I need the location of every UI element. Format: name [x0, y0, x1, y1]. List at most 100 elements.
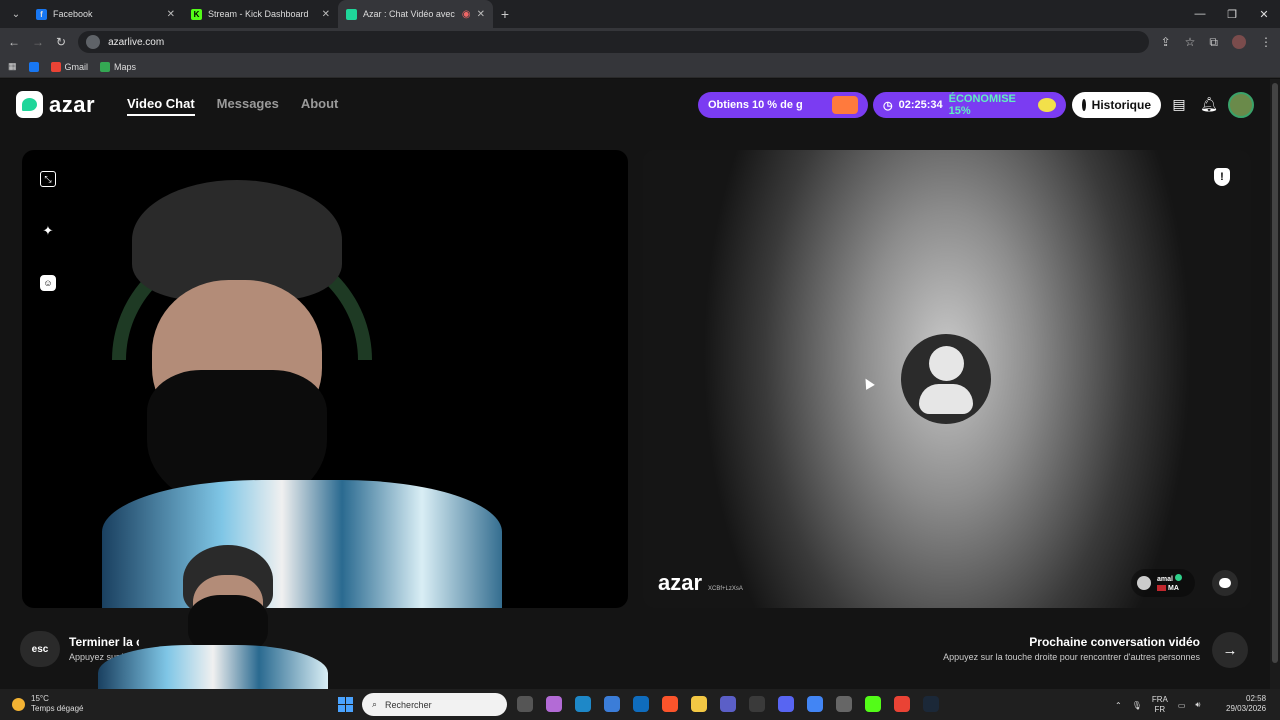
gmail-icon: [50, 61, 61, 72]
bookmark-facebook[interactable]: [28, 61, 39, 72]
bookmark-label: Gmail: [64, 61, 89, 72]
reload-icon[interactable]: ↻: [56, 35, 66, 49]
tab-kick[interactable]: K Stream - Kick Dashboard ✕: [183, 0, 338, 28]
moon-icon: [12, 697, 25, 711]
extensions-icon[interactable]: ⧉: [1209, 35, 1218, 50]
discount-timer-button[interactable]: ◷ 02:25:34 ÉCONOMISE 15%: [873, 92, 1066, 118]
notification-bell-icon[interactable]: 🔔︎: [1200, 95, 1218, 113]
close-icon[interactable]: ✕: [322, 9, 330, 20]
peer-country: MA: [1168, 584, 1179, 592]
nav-links: Video Chat Messages About: [127, 96, 338, 116]
azar-logo[interactable]: azar: [16, 91, 95, 118]
discount-label: ÉCONOMISE 15%: [948, 93, 1016, 117]
esc-button[interactable]: esc: [20, 631, 60, 667]
star-icon[interactable]: ☆: [1185, 35, 1196, 49]
apps-icon[interactable]: ▦: [8, 61, 17, 72]
tab-facebook[interactable]: f Facebook ✕: [28, 0, 183, 28]
steam-icon[interactable]: [923, 696, 939, 712]
search-icon: ⌕: [372, 699, 378, 709]
app-icon[interactable]: [749, 696, 765, 712]
language-code: FRA: [1151, 695, 1168, 704]
restore-icon[interactable]: ❐: [1216, 8, 1248, 21]
magic-wand-icon[interactable]: ✦: [40, 223, 56, 239]
temperature: 15°C: [31, 694, 49, 703]
store-icon[interactable]: [604, 696, 620, 712]
chat-bubble-icon: [1219, 578, 1231, 588]
peer-name: amal: [1157, 575, 1173, 583]
clock-time: 02:58: [1246, 694, 1267, 703]
verified-icon: [1174, 573, 1182, 581]
display-icon[interactable]: ▭: [1178, 701, 1186, 710]
minimize-icon[interactable]: —: [1184, 8, 1216, 21]
kick-icon[interactable]: [865, 696, 881, 712]
peer-avatar: [1137, 576, 1151, 590]
user-avatar[interactable]: [1228, 92, 1254, 118]
edge-icon[interactable]: [575, 696, 591, 712]
new-tab-button[interactable]: +: [493, 6, 517, 22]
next-conversation-hint: Appuyez sur la touche droite pour rencon…: [943, 652, 1200, 662]
history-button[interactable]: Historique: [1072, 92, 1161, 118]
language-indicator[interactable]: FRA FR: [1152, 695, 1168, 715]
address-bar-row: ← → ↻ azarlive.com ⇪ ☆ ⧉ ⋮: [0, 28, 1280, 56]
nav-video-chat[interactable]: Video Chat: [127, 96, 195, 116]
copilot-icon[interactable]: [546, 696, 562, 712]
menu-icon[interactable]: ⋮: [1260, 35, 1272, 49]
facebook-icon: [28, 61, 39, 72]
tab-search-icon[interactable]: ⌄: [4, 4, 28, 24]
mouse-cursor-icon: [861, 376, 875, 390]
discord-icon[interactable]: [778, 696, 794, 712]
volume-icon[interactable]: 🔊︎: [1195, 700, 1200, 710]
taskbar-apps: [517, 696, 939, 712]
kick-icon: K: [191, 8, 202, 20]
file-explorer-icon[interactable]: [691, 696, 707, 712]
chrome-icon[interactable]: [807, 696, 823, 712]
next-arrow-button[interactable]: →: [1212, 632, 1248, 668]
shop-icon[interactable]: ▤: [1170, 95, 1188, 113]
clock-date: 29/03/2026: [1226, 704, 1267, 713]
outlook-icon[interactable]: [633, 696, 649, 712]
chat-bubble-button[interactable]: [1212, 570, 1238, 596]
weather-widget[interactable]: 15°C Temps dégagé: [12, 694, 83, 714]
nav-about[interactable]: About: [301, 96, 339, 116]
site-info-icon[interactable]: [86, 35, 101, 49]
tab-title: Facebook: [53, 9, 93, 19]
task-view-icon[interactable]: [517, 696, 533, 712]
teams-icon[interactable]: [720, 696, 736, 712]
peer-info-badge[interactable]: amal MA: [1131, 569, 1195, 597]
azar-watermark: azar XCBf+LzXsA: [658, 570, 743, 596]
back-icon[interactable]: ←: [8, 35, 20, 49]
treasure-chest-icon: [832, 96, 858, 114]
weather-condition: Temps dégagé: [31, 704, 84, 713]
watermark-code: XCBf+LzXsA: [708, 586, 743, 592]
chrome-profile-icon[interactable]: [894, 696, 910, 712]
taskbar-search[interactable]: ⌕ Rechercher: [362, 693, 507, 716]
taskbar-clock[interactable]: 02:58 29/03/2026: [1226, 694, 1266, 714]
nav-messages[interactable]: Messages: [217, 96, 279, 116]
video-tools: ⤡ ✦ ☺: [40, 171, 56, 291]
url-field[interactable]: azarlive.com: [78, 31, 1149, 53]
bookmark-maps[interactable]: Maps: [100, 61, 136, 72]
install-icon[interactable]: ⇪: [1161, 35, 1171, 49]
promo-button[interactable]: Obtiens 10 % de g: [698, 92, 868, 118]
profile-icon[interactable]: [1232, 35, 1246, 49]
browser-tab-bar: ⌄ f Facebook ✕ K Stream - Kick Dashboard…: [0, 0, 1280, 28]
app-icon[interactable]: [836, 696, 852, 712]
close-icon[interactable]: ✕: [167, 9, 175, 20]
sticker-face-icon[interactable]: ☺: [40, 275, 56, 291]
forward-icon[interactable]: →: [32, 35, 44, 49]
promo-label: Obtiens 10 % de g: [708, 99, 803, 111]
microphone-icon[interactable]: 🎙︎: [1132, 701, 1142, 710]
close-window-icon[interactable]: ✕: [1248, 8, 1280, 21]
minimize-video-icon[interactable]: ⤡: [40, 171, 56, 187]
report-shield-icon[interactable]: !: [1214, 168, 1230, 186]
next-conversation-title: Prochaine conversation vidéo: [1029, 635, 1200, 649]
facebook-icon: f: [36, 8, 47, 20]
chevron-up-icon[interactable]: ⌃: [1115, 701, 1122, 710]
tab-azar[interactable]: Azar : Chat Vidéo avec de n ◉ ✕: [338, 0, 493, 28]
page-scrollbar[interactable]: [1270, 79, 1280, 689]
close-icon[interactable]: ✕: [477, 9, 485, 20]
bookmark-gmail[interactable]: Gmail: [50, 61, 89, 72]
windows-start-icon[interactable]: [338, 697, 353, 712]
logo-text: azar: [49, 91, 96, 117]
brave-icon[interactable]: [662, 696, 678, 712]
